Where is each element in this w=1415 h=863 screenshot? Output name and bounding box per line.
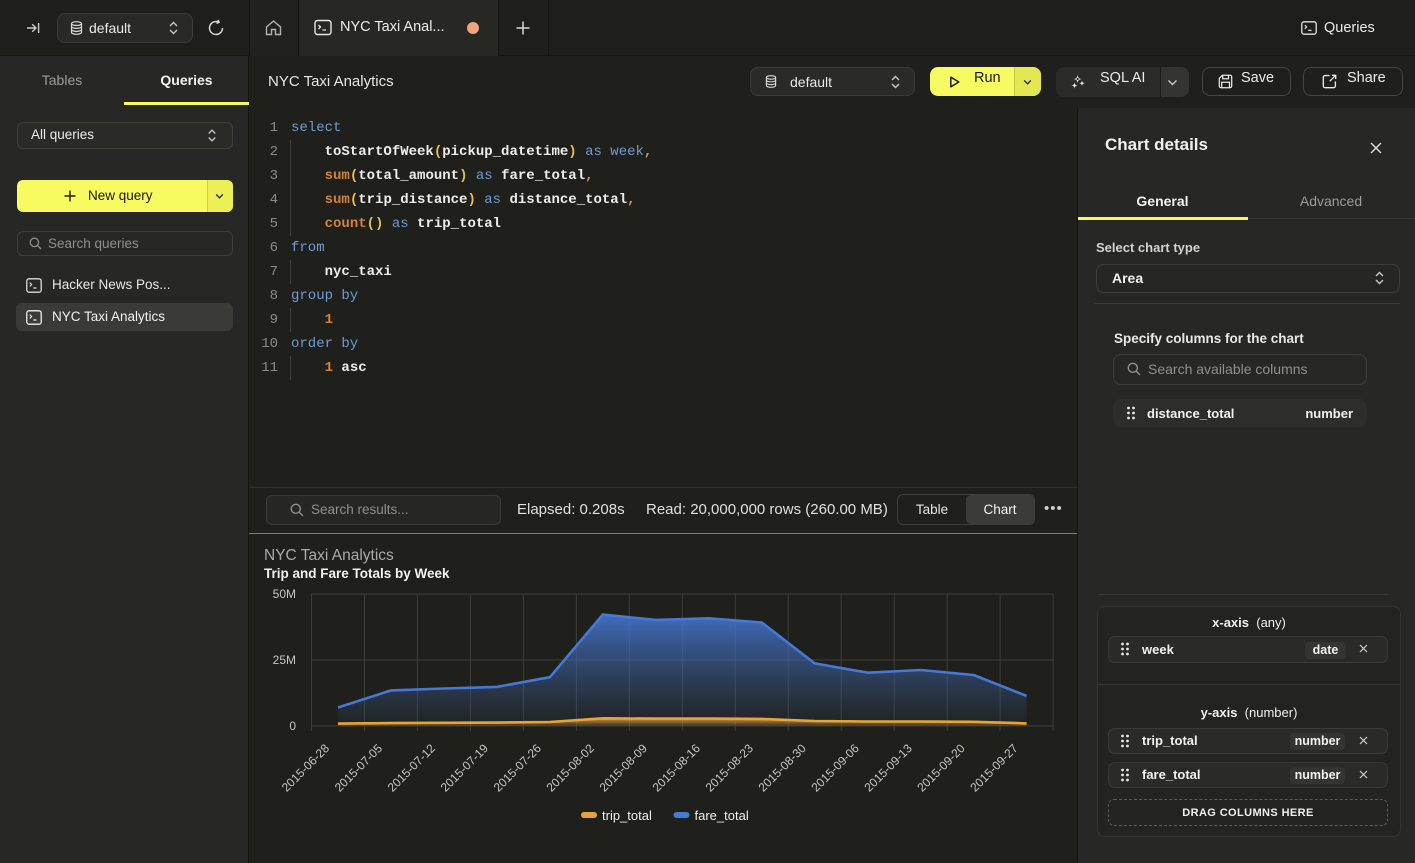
svg-text:2015-09-20: 2015-09-20	[914, 741, 968, 795]
svg-text:2015-08-09: 2015-08-09	[597, 741, 651, 795]
svg-text:trip_total: trip_total	[602, 808, 652, 823]
svg-text:0: 0	[289, 719, 296, 733]
svg-text:2015-09-27: 2015-09-27	[967, 741, 1021, 795]
svg-text:2015-08-30: 2015-08-30	[756, 741, 810, 795]
svg-text:25M: 25M	[273, 653, 296, 667]
svg-text:50M: 50M	[273, 587, 296, 601]
svg-text:2015-08-16: 2015-08-16	[650, 741, 704, 795]
svg-text:2015-08-23: 2015-08-23	[703, 741, 757, 795]
svg-text:2015-07-05: 2015-07-05	[332, 741, 386, 795]
svg-text:2015-08-02: 2015-08-02	[544, 741, 598, 795]
svg-text:2015-07-26: 2015-07-26	[491, 741, 545, 795]
svg-text:2015-09-06: 2015-09-06	[809, 741, 863, 795]
svg-text:2015-06-28: 2015-06-28	[279, 741, 333, 795]
svg-text:2015-07-12: 2015-07-12	[385, 741, 439, 795]
svg-text:fare_total: fare_total	[695, 808, 749, 823]
svg-text:2015-09-13: 2015-09-13	[862, 741, 916, 795]
svg-text:2015-07-19: 2015-07-19	[438, 741, 492, 795]
